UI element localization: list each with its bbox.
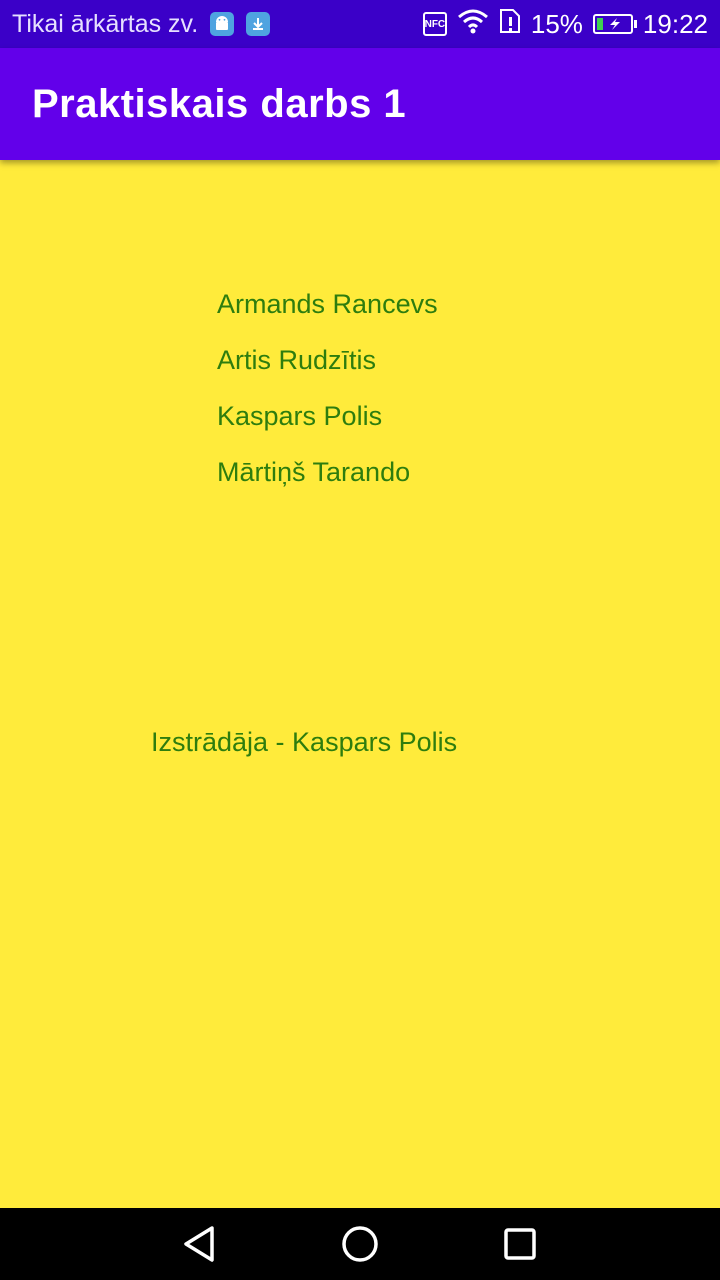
recent-apps-button[interactable]: [498, 1222, 542, 1266]
android-debug-icon: [210, 12, 235, 36]
download-icon: [246, 12, 271, 36]
nfc-icon: NFC: [422, 12, 447, 36]
credits-text: Izstrādāja - Kaspars Polis: [151, 727, 458, 757]
battery-percent: 15%: [530, 8, 583, 39]
status-right: NFC 15% 19:22: [422, 0, 708, 48]
navigation-bar: [0, 1208, 720, 1280]
list-item: Armands Rancevs: [217, 289, 438, 319]
list-item: Mārtiņš Tarando: [217, 457, 411, 487]
carrier-text: Tikai ārkārtas zv.: [12, 9, 199, 38]
app-bar: Praktiskais darbs 1: [0, 48, 720, 160]
recent-apps-icon: [504, 1228, 536, 1260]
home-icon: [342, 1226, 378, 1262]
list-item: Kaspars Polis: [217, 401, 383, 431]
names-list: Armands Rancevs Artis Rudzītis Kaspars P…: [217, 282, 438, 506]
back-button[interactable]: [178, 1222, 222, 1266]
home-button[interactable]: [338, 1222, 382, 1266]
wifi-icon: [457, 8, 489, 41]
screen: Tikai ārkārtas zv. NFC 15% 19:22 Praktis…: [0, 0, 720, 1280]
sim-alert-icon: [499, 8, 521, 41]
battery-charging-icon: [592, 14, 637, 34]
clock: 19:22: [642, 8, 708, 39]
list-item: Artis Rudzītis: [217, 345, 377, 375]
status-left: Tikai ārkārtas zv.: [12, 0, 271, 48]
app-title: Praktiskais darbs 1: [32, 82, 407, 126]
status-bar: Tikai ārkārtas zv. NFC 15% 19:22: [0, 0, 720, 48]
back-icon: [184, 1226, 214, 1262]
battery-level-fill: [596, 18, 603, 30]
